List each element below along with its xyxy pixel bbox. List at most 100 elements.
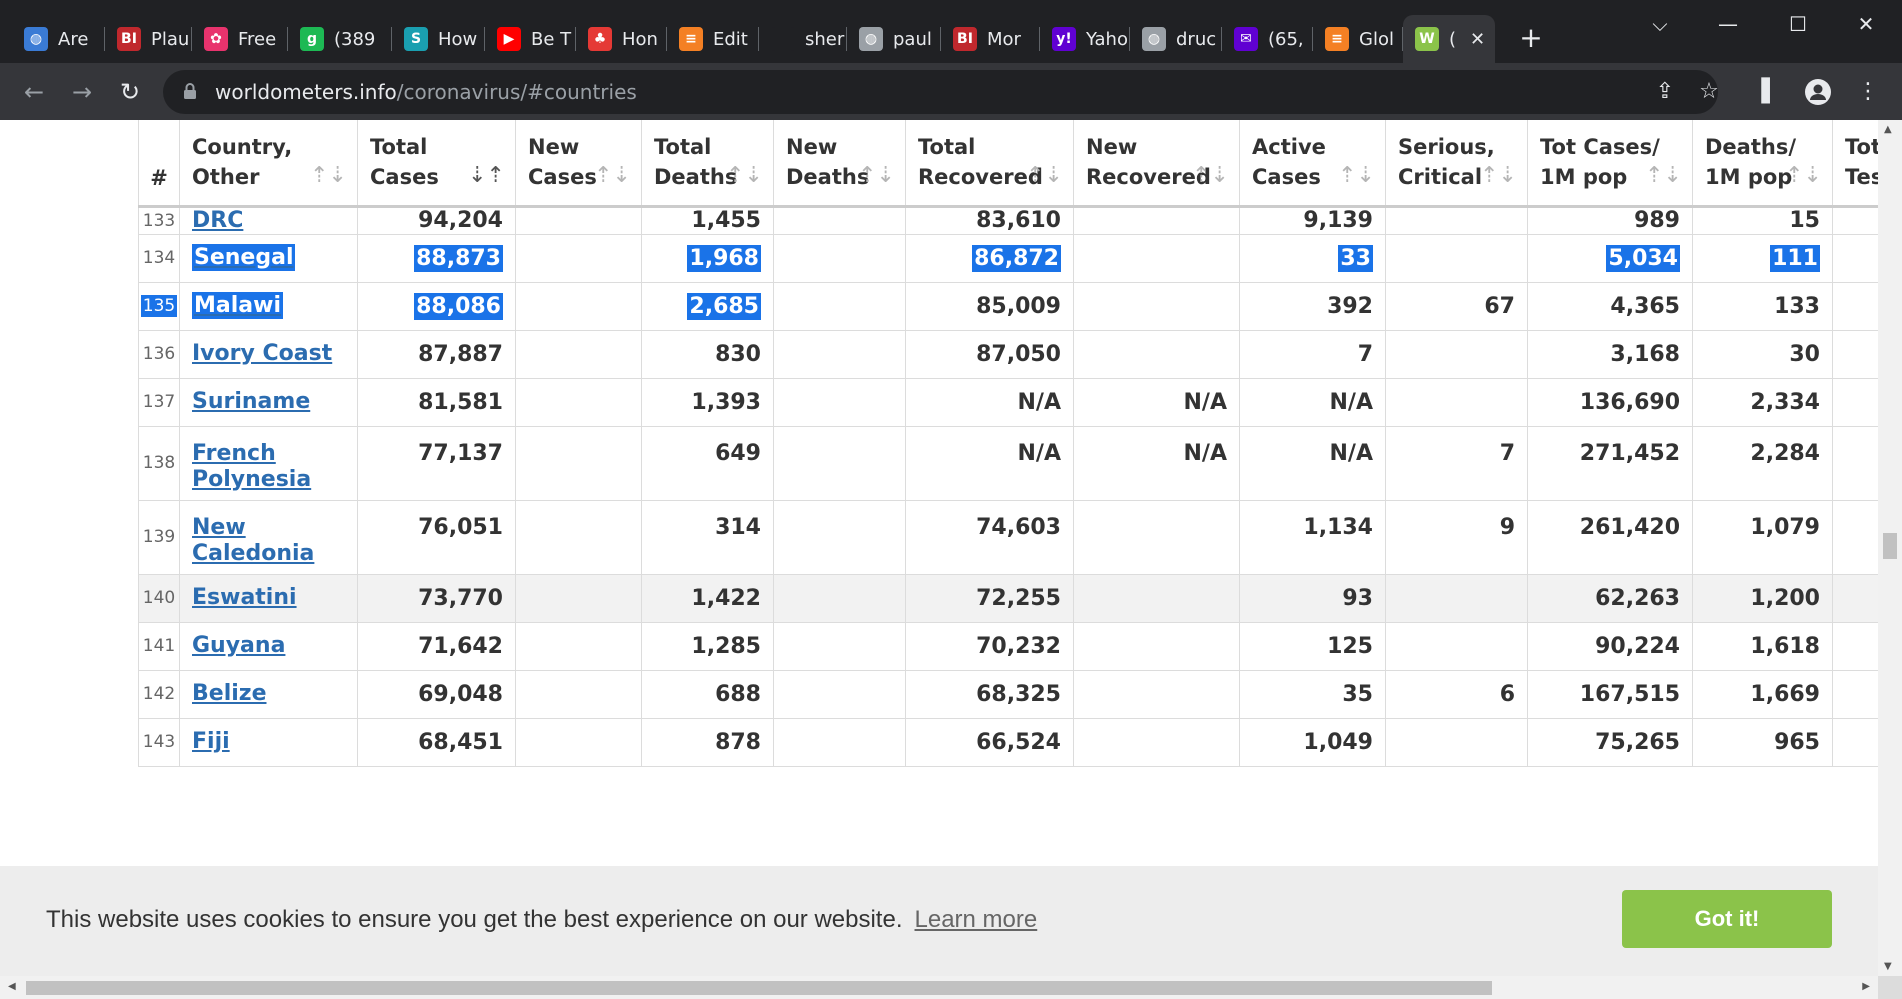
horizontal-scroll-thumb[interactable] <box>26 981 1492 995</box>
country-link[interactable]: New Caledonia <box>192 515 314 566</box>
country-link[interactable]: DRC <box>192 208 243 233</box>
forward-button[interactable]: → <box>66 76 98 108</box>
browser-tab[interactable]: sher <box>759 15 847 63</box>
column-header[interactable]: Active Cases ⇡⇣ <box>1239 120 1386 208</box>
country-link[interactable]: Senegal <box>192 244 296 271</box>
country-link[interactable]: Suriname <box>192 389 310 414</box>
scroll-up-arrow-icon[interactable]: ▲ <box>1884 124 1892 135</box>
column-header[interactable]: # <box>138 120 180 208</box>
browser-menu-icon[interactable]: ⋮ <box>1852 76 1884 108</box>
cell-deaths-1m: 1,618 <box>1692 622 1833 671</box>
browser-tab[interactable]: y! Yaho <box>1040 15 1130 63</box>
vertical-scroll-thumb[interactable] <box>1883 533 1897 559</box>
column-header[interactable]: New Recovered ⇡⇣ <box>1073 120 1240 208</box>
sort-icon[interactable]: ⇡⇣ <box>1645 161 1682 191</box>
cell-tot-tests <box>1832 234 1878 283</box>
browser-tab[interactable]: ♣ Hon <box>576 15 667 63</box>
sort-icon[interactable]: ⇡⇣ <box>1338 161 1375 191</box>
browser-tab[interactable]: ▶ Be T <box>485 15 576 63</box>
cell-total-recovered: 72,255 <box>905 574 1074 623</box>
cell-deaths-1m: 1,200 <box>1692 574 1833 623</box>
column-header-label: # <box>150 165 168 190</box>
globe-icon: ◍ <box>859 27 883 51</box>
browser-tab[interactable]: g (389 <box>288 15 392 63</box>
browser-tab[interactable]: BI Mor <box>941 15 1040 63</box>
sort-icon[interactable]: ⇡⇣ <box>310 161 347 191</box>
column-header[interactable]: Serious, Critical ⇡⇣ <box>1385 120 1528 208</box>
column-header[interactable]: Total Deaths ⇡⇣ <box>641 120 774 208</box>
column-header[interactable]: Tot Tes <box>1832 120 1878 208</box>
browser-tab[interactable]: ≡ Glol <box>1313 15 1403 63</box>
profile-avatar-icon[interactable] <box>1802 76 1834 108</box>
sort-icon[interactable]: ⇡⇣ <box>1785 161 1822 191</box>
scroll-left-arrow-icon[interactable]: ◀ <box>8 981 16 992</box>
browser-tab[interactable]: ≡ Edit <box>667 15 759 63</box>
browser-tab[interactable]: ✉ (65, <box>1222 15 1313 63</box>
cell-new-recovered <box>1073 718 1240 767</box>
cell-deaths-1m: 2,284 <box>1692 426 1833 501</box>
browser-tab[interactable]: ✿ Free <box>192 15 288 63</box>
browser-tab[interactable]: W (✕ <box>1403 15 1495 63</box>
browser-tab[interactable]: BI Plau <box>105 15 192 63</box>
address-bar[interactable]: worldometers.info/coronavirus/#countries… <box>163 70 1719 114</box>
cell-active: 7 <box>1239 330 1386 379</box>
column-header[interactable]: Country, Other ⇡⇣ <box>179 120 358 208</box>
rank-value: 137 <box>142 392 176 412</box>
scroll-right-arrow-icon[interactable]: ▶ <box>1862 981 1870 992</box>
column-header[interactable]: Total Recovered ⇡⇣ <box>905 120 1074 208</box>
bookmark-star-icon[interactable]: ☆ <box>1693 76 1725 108</box>
back-button[interactable]: ← <box>18 76 50 108</box>
sort-icon[interactable]: ⇡⇣ <box>1192 161 1229 191</box>
column-header[interactable]: Tot Cases/1M pop ⇡⇣ <box>1527 120 1693 208</box>
column-header[interactable]: Deaths/1M pop ⇡⇣ <box>1692 120 1833 208</box>
reload-button[interactable]: ↻ <box>114 76 146 108</box>
country-link[interactable]: Fiji <box>192 729 230 754</box>
cell-new-cases <box>515 574 642 623</box>
tab-label: Yaho <box>1086 28 1128 50</box>
cell-value: 6 <box>1499 681 1515 707</box>
country-link[interactable]: Guyana <box>192 633 285 658</box>
learn-more-link[interactable]: Learn more <box>915 906 1038 933</box>
country-link[interactable]: Belize <box>192 681 267 706</box>
country-link[interactable]: French Polynesia <box>192 441 311 492</box>
cell-tot-tests <box>1832 426 1878 501</box>
close-tab-icon[interactable]: ✕ <box>1470 29 1485 50</box>
country-link[interactable]: Malawi <box>192 292 283 319</box>
cell-cases-1m: 261,420 <box>1527 500 1693 575</box>
country-link[interactable]: Eswatini <box>192 585 297 610</box>
browser-tab[interactable]: ◍ paul <box>847 15 941 63</box>
column-header-label: New <box>786 135 838 160</box>
maximize-button[interactable]: ☐ <box>1770 4 1826 44</box>
cookie-accept-button[interactable]: Got it! <box>1622 890 1832 948</box>
horizontal-scrollbar[interactable]: ◀ ▶ <box>0 976 1878 999</box>
cell-total-deaths: 688 <box>641 670 774 719</box>
sort-icon[interactable]: ⇡⇣ <box>594 161 631 191</box>
column-header[interactable]: New Cases ⇡⇣ <box>515 120 642 208</box>
sort-icon[interactable]: ⇡⇣ <box>1026 161 1063 191</box>
browser-tab[interactable]: ◍ druc <box>1130 15 1222 63</box>
cell-new-recovered <box>1073 622 1240 671</box>
cell-deaths-1m: 111 <box>1692 234 1833 283</box>
column-header[interactable]: Total Cases ⇣⇡ <box>357 120 516 208</box>
sort-icon[interactable]: ⇡⇣ <box>858 161 895 191</box>
new-tab-button[interactable]: + <box>1515 22 1547 54</box>
scroll-down-arrow-icon[interactable]: ▼ <box>1884 961 1892 972</box>
cell-total-cases: 68,451 <box>357 718 516 767</box>
browser-tab[interactable]: ◍ Are <box>12 15 105 63</box>
sort-icon[interactable]: ⇡⇣ <box>726 161 763 191</box>
country-link[interactable]: Ivory Coast <box>192 341 332 366</box>
tab-label: paul <box>893 28 932 50</box>
sort-icon[interactable]: ⇣⇡ <box>468 161 505 191</box>
cell-value: 85,009 <box>976 293 1061 319</box>
tab-search-icon[interactable]: ⌵ <box>1632 4 1688 44</box>
share-icon[interactable]: ⇪ <box>1649 76 1681 108</box>
column-header[interactable]: New Deaths ⇡⇣ <box>773 120 906 208</box>
close-window-button[interactable]: ✕ <box>1838 4 1894 44</box>
vertical-scrollbar[interactable]: ▲ ▼ <box>1878 120 1902 976</box>
browser-tab[interactable]: S How <box>392 15 485 63</box>
rank-cell: 133 <box>138 206 180 235</box>
sort-icon[interactable]: ⇡⇣ <box>1480 161 1517 191</box>
cell-value: 88,086 <box>414 292 503 320</box>
side-panel-icon[interactable]: ▌ <box>1754 76 1786 108</box>
minimize-button[interactable]: — <box>1700 4 1756 44</box>
